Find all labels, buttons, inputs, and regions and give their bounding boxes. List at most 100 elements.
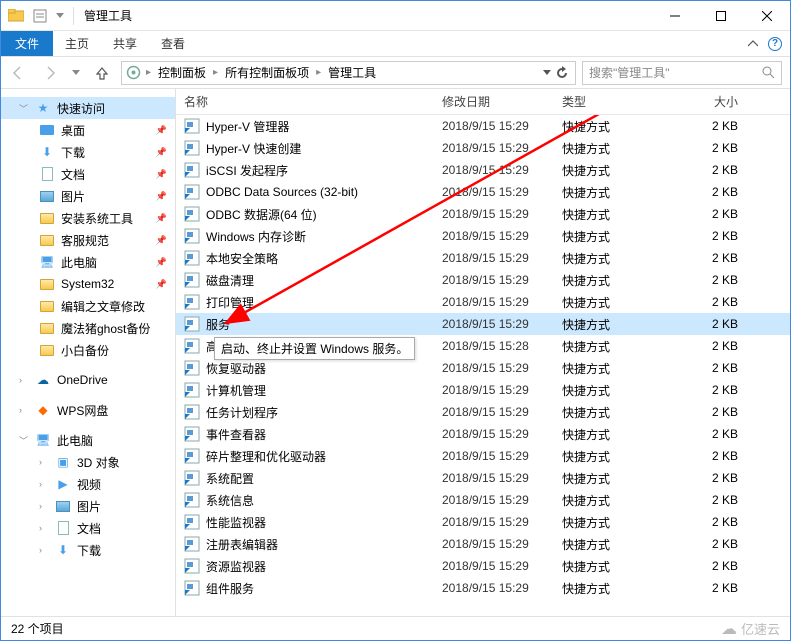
column-header-date[interactable]: 修改日期: [442, 93, 562, 110]
file-size: 2 KB: [678, 317, 738, 331]
twisty-icon[interactable]: ›: [39, 479, 49, 489]
address-dropdown-icon[interactable]: [543, 70, 551, 76]
navigation-pane[interactable]: ﹀ ★ 快速访问 桌面📌⬇下载📌文档📌图片📌安装系统工具📌客服规范📌🖥此电脑📌S…: [1, 89, 176, 616]
file-row[interactable]: 打印管理 2018/9/15 15:29 快捷方式 2 KB: [176, 291, 790, 313]
minimize-button[interactable]: [652, 1, 698, 31]
file-row[interactable]: 恢复驱动器 2018/9/15 15:29 快捷方式 2 KB: [176, 357, 790, 379]
close-button[interactable]: [744, 1, 790, 31]
sidebar-item[interactable]: 小白备份: [1, 339, 175, 361]
tab-home[interactable]: 主页: [53, 31, 101, 56]
nav-up-button[interactable]: [89, 60, 115, 86]
address-bar[interactable]: ▸ 控制面板 ▸ 所有控制面板项 ▸ 管理工具: [121, 61, 576, 85]
file-row[interactable]: Windows 内存诊断 2018/9/15 15:29 快捷方式 2 KB: [176, 225, 790, 247]
qat-dropdown-icon[interactable]: [53, 5, 67, 27]
file-row[interactable]: 本地安全策略 2018/9/15 15:29 快捷方式 2 KB: [176, 247, 790, 269]
nav-item-icon: [55, 498, 71, 514]
breadcrumb-item[interactable]: 控制面板: [155, 64, 209, 81]
file-size: 2 KB: [678, 207, 738, 221]
sidebar-item[interactable]: 安装系统工具📌: [1, 207, 175, 229]
twisty-icon[interactable]: ›: [39, 545, 49, 555]
twisty-icon[interactable]: ›: [19, 375, 29, 385]
sidebar-item[interactable]: ›▶视频: [1, 473, 175, 495]
breadcrumb-sep-icon[interactable]: ▸: [211, 67, 220, 78]
file-type: 快捷方式: [562, 382, 678, 399]
sidebar-item[interactable]: 图片📌: [1, 185, 175, 207]
nav-quick-access[interactable]: ﹀ ★ 快速访问: [1, 97, 175, 119]
file-row[interactable]: 系统信息 2018/9/15 15:29 快捷方式 2 KB: [176, 489, 790, 511]
twisty-icon[interactable]: ﹀: [19, 434, 29, 447]
explorer-icon: [5, 5, 27, 27]
breadcrumb-sep-icon[interactable]: ▸: [144, 67, 153, 78]
file-row[interactable]: 资源监视器 2018/9/15 15:29 快捷方式 2 KB: [176, 555, 790, 577]
refresh-icon[interactable]: [555, 66, 569, 80]
search-input[interactable]: 搜索"管理工具": [582, 61, 782, 85]
file-row[interactable]: 事件查看器 2018/9/15 15:29 快捷方式 2 KB: [176, 423, 790, 445]
twisty-icon[interactable]: ﹀: [19, 102, 29, 115]
nav-item-label: 3D 对象: [77, 454, 120, 471]
nav-forward-button[interactable]: [37, 60, 63, 86]
file-rows[interactable]: 启动、终止并设置 Windows 服务。 Hyper-V 管理器 2018/9/…: [176, 115, 790, 616]
sidebar-item[interactable]: System32📌: [1, 273, 175, 295]
file-name: 计算机管理: [206, 382, 442, 399]
file-row[interactable]: 组件服务 2018/9/15 15:29 快捷方式 2 KB: [176, 577, 790, 599]
sidebar-item[interactable]: 桌面📌: [1, 119, 175, 141]
twisty-icon[interactable]: ›: [39, 457, 49, 467]
twisty-icon[interactable]: ›: [39, 523, 49, 533]
file-row[interactable]: 注册表编辑器 2018/9/15 15:29 快捷方式 2 KB: [176, 533, 790, 555]
file-row[interactable]: 服务 2018/9/15 15:29 快捷方式 2 KB: [176, 313, 790, 335]
breadcrumb-sep-icon[interactable]: ▸: [314, 67, 323, 78]
column-header-name[interactable]: 名称: [184, 93, 442, 110]
column-header-size[interactable]: 大小: [678, 93, 738, 110]
file-type: 快捷方式: [562, 448, 678, 465]
file-row[interactable]: 系统配置 2018/9/15 15:29 快捷方式 2 KB: [176, 467, 790, 489]
nav-wps[interactable]: › ◆ WPS网盘: [1, 399, 175, 421]
file-row[interactable]: ODBC 数据源(64 位) 2018/9/15 15:29 快捷方式 2 KB: [176, 203, 790, 225]
twisty-icon[interactable]: ›: [39, 501, 49, 511]
ribbon-expand-icon[interactable]: [748, 40, 758, 48]
nav-back-button[interactable]: [5, 60, 31, 86]
file-type: 快捷方式: [562, 580, 678, 597]
nav-item-label: System32: [61, 277, 114, 291]
file-type: 快捷方式: [562, 228, 678, 245]
file-row[interactable]: 计算机管理 2018/9/15 15:29 快捷方式 2 KB: [176, 379, 790, 401]
pc-icon: 🖥: [35, 432, 51, 448]
status-item-count: 22 个项目: [11, 620, 64, 637]
file-row[interactable]: 任务计划程序 2018/9/15 15:29 快捷方式 2 KB: [176, 401, 790, 423]
maximize-button[interactable]: [698, 1, 744, 31]
nav-this-pc[interactable]: ﹀ 🖥 此电脑: [1, 429, 175, 451]
file-row[interactable]: iSCSI 发起程序 2018/9/15 15:29 快捷方式 2 KB: [176, 159, 790, 181]
file-row[interactable]: Hyper-V 快速创建 2018/9/15 15:29 快捷方式 2 KB: [176, 137, 790, 159]
file-name: ODBC 数据源(64 位): [206, 206, 442, 223]
sidebar-item[interactable]: ⬇下载📌: [1, 141, 175, 163]
nav-recent-dropdown[interactable]: [69, 60, 83, 86]
file-row[interactable]: 磁盘清理 2018/9/15 15:29 快捷方式 2 KB: [176, 269, 790, 291]
sidebar-item[interactable]: 编辑之文章修改: [1, 295, 175, 317]
breadcrumb-item[interactable]: 所有控制面板项: [222, 64, 312, 81]
help-icon[interactable]: ?: [768, 37, 782, 51]
tab-view[interactable]: 查看: [149, 31, 197, 56]
search-icon[interactable]: [762, 66, 775, 79]
qat-properties-icon[interactable]: [29, 5, 51, 27]
sidebar-item[interactable]: ›图片: [1, 495, 175, 517]
breadcrumb-item[interactable]: 管理工具: [325, 64, 379, 81]
twisty-icon[interactable]: ›: [19, 405, 29, 415]
tab-share[interactable]: 共享: [101, 31, 149, 56]
file-date: 2018/9/15 15:29: [442, 581, 562, 595]
file-row[interactable]: 性能监视器 2018/9/15 15:29 快捷方式 2 KB: [176, 511, 790, 533]
sidebar-item[interactable]: ›文档: [1, 517, 175, 539]
nav-onedrive[interactable]: › ☁ OneDrive: [1, 369, 175, 391]
file-row[interactable]: Hyper-V 管理器 2018/9/15 15:29 快捷方式 2 KB: [176, 115, 790, 137]
sidebar-item[interactable]: 🖥此电脑📌: [1, 251, 175, 273]
file-row[interactable]: ODBC Data Sources (32-bit) 2018/9/15 15:…: [176, 181, 790, 203]
pin-icon: 📌: [156, 147, 167, 158]
file-size: 2 KB: [678, 559, 738, 573]
sidebar-item[interactable]: 魔法猪ghost备份: [1, 317, 175, 339]
file-tab[interactable]: 文件: [1, 31, 53, 56]
sidebar-item[interactable]: 文档📌: [1, 163, 175, 185]
sidebar-item[interactable]: ›▣3D 对象: [1, 451, 175, 473]
sidebar-item[interactable]: 客服规范📌: [1, 229, 175, 251]
column-header-type[interactable]: 类型: [562, 93, 678, 110]
file-row[interactable]: 碎片整理和优化驱动器 2018/9/15 15:29 快捷方式 2 KB: [176, 445, 790, 467]
nav-item-label: 客服规范: [61, 232, 109, 249]
sidebar-item[interactable]: ›⬇下载: [1, 539, 175, 561]
